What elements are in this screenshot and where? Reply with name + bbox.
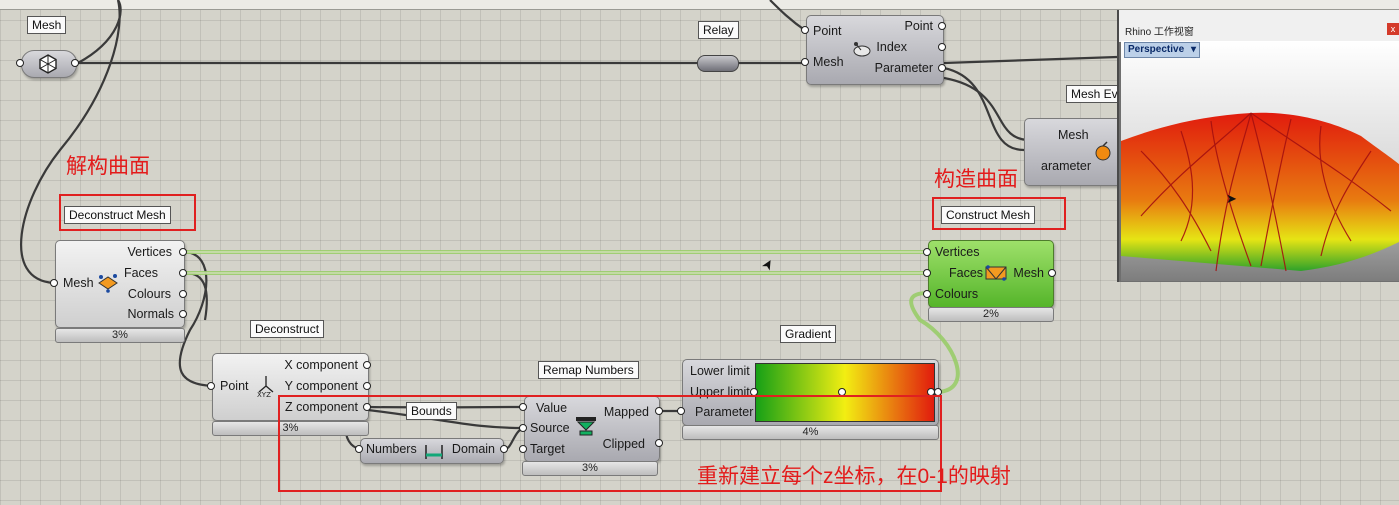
output-x[interactable]: X component [284,358,358,372]
output-index[interactable]: Index [876,40,907,54]
cm-port-in-colours[interactable] [923,290,931,298]
construct-mesh-icon [985,264,1007,285]
dm-port-out-vertices[interactable] [179,248,187,256]
mesh-eval-tag: Mesh Ev [1066,85,1123,103]
construct-mesh-tag: Construct Mesh [941,206,1036,224]
dm-port-out-normals[interactable] [179,310,187,318]
dm-port-in[interactable] [50,279,58,287]
mesh-param-input[interactable] [16,59,24,67]
cp-port-out-3[interactable] [938,64,946,72]
cm-port-in-faces[interactable] [923,269,931,277]
input-mesh[interactable]: Mesh [813,55,844,69]
cp-port-out-1[interactable] [938,22,946,30]
output-point[interactable]: Point [905,19,934,33]
annotation-remap: 重新建立每个z坐标，在0-1的映射 [697,465,1011,488]
output-parameter[interactable]: Parameter [875,61,933,75]
wire-relay-up [769,0,807,32]
input-mesh[interactable]: Mesh [1058,128,1089,142]
output-y[interactable]: Y component [285,379,358,393]
annotation-deconstruct: 解构曲面 [66,155,150,178]
construct-mesh-component[interactable]: Vertices Faces Colours Mesh [928,240,1054,308]
rhino-3d-view[interactable]: Perspective ▾ ➤ [1121,41,1399,281]
dp-port-out-y[interactable] [363,382,371,390]
cursor-icon: ➤ [1226,191,1237,206]
input-point[interactable]: Point [220,379,249,393]
input-point[interactable]: Point [813,24,842,38]
input-vertices[interactable]: Vertices [935,245,979,259]
input-mesh[interactable]: Mesh [63,276,94,290]
dp-port-in[interactable] [207,382,215,390]
gradient-tag: Gradient [780,325,837,343]
relay-node[interactable] [697,55,739,72]
rhino-titlebar: Rhino 工作视窗 x [1119,10,1399,42]
mesh-icon [38,54,58,77]
cp-port-in-1[interactable] [801,26,809,34]
output-normals[interactable]: Normals [127,307,174,321]
svg-text:XYZ: XYZ [257,391,271,398]
mesh-closest-point-component[interactable]: Point Mesh Point Index Parameter [806,15,944,85]
deconstruct-mesh-icon [96,271,120,296]
cm-port-out-mesh[interactable] [1048,269,1056,277]
remap-tag: Remap Numbers [538,361,639,379]
deconstruct-mesh-component[interactable]: Mesh Vertices Faces Colours Normals [55,240,185,328]
deconstruct-mesh-tag: Deconstruct Mesh [64,206,171,224]
cp-port-out-2[interactable] [938,43,946,51]
deconstruct-mesh-progress: 3% [55,328,185,343]
output-faces[interactable]: Faces [124,266,158,280]
closest-point-icon [851,40,871,61]
mesh-param-tag: Mesh [27,16,67,34]
input-colours[interactable]: Colours [935,287,978,301]
relay-tag: Relay [698,21,739,39]
output-vertices[interactable]: Vertices [128,245,172,259]
dm-port-out-colours[interactable] [179,290,187,298]
rhino-viewport-panel[interactable]: Rhino 工作视窗 x Perspective ▾ ➤ [1117,10,1399,282]
mesh-eval-icon [1093,141,1113,164]
deconstruct-tag: Deconstruct [250,320,325,338]
input-lower-limit[interactable]: Lower limit [690,364,750,378]
input-parameter[interactable]: arameter [1041,159,1091,173]
xyz-icon: XYZ [255,374,277,401]
dp-port-out-x[interactable] [363,361,371,369]
mountain-mesh [1121,112,1399,272]
mesh-param[interactable] [21,50,77,78]
wire-relay-right [943,55,1118,65]
output-colours[interactable]: Colours [128,287,171,301]
construct-mesh-progress: 2% [928,307,1054,322]
mesh-param-output[interactable] [71,59,79,67]
input-faces[interactable]: Faces [949,266,983,280]
rhino-close-button[interactable]: x [1387,23,1399,35]
output-mesh[interactable]: Mesh [1013,266,1044,280]
rhino-title: Rhino 工作视窗 [1125,27,1194,38]
cm-port-in-vertices[interactable] [923,248,931,256]
cp-port-in-2[interactable] [801,58,809,66]
dm-port-out-faces[interactable] [179,269,187,277]
annotation-construct: 构造曲面 [934,168,1018,191]
mesh-eval-component[interactable]: Mesh arameter [1024,118,1126,186]
